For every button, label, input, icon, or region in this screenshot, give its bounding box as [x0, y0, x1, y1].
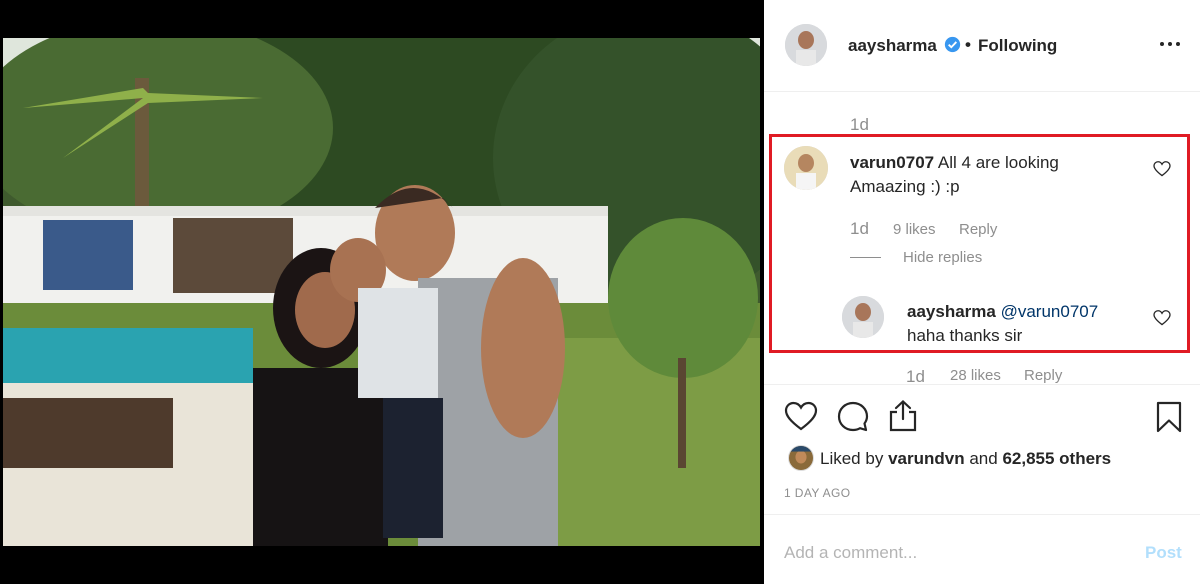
next-comment-reply: Reply: [1024, 367, 1063, 384]
verified-badge-icon: [944, 36, 961, 53]
following-button[interactable]: Following: [978, 36, 1057, 56]
header-separator: •: [965, 35, 971, 54]
reply-body: aaysharma @varun0707 haha thanks sir: [907, 300, 1137, 348]
liked-by-and: and: [969, 449, 998, 468]
post-header: aaysharma • Following: [764, 0, 1200, 92]
commenter-username[interactable]: varun0707: [850, 153, 934, 172]
liked-by-prefix: Liked by: [820, 449, 884, 468]
liked-by-user[interactable]: varundvn: [888, 449, 965, 468]
next-comment-likes: 28 likes: [950, 367, 1001, 384]
liked-by-text: Liked by varundvn and 62,855 others: [820, 449, 1111, 469]
add-comment-input[interactable]: [784, 541, 1114, 565]
comment-like-heart-icon[interactable]: [1153, 161, 1171, 177]
comment-body: varun0707 All 4 are looking Amaazing :) …: [850, 151, 1100, 199]
reply-mention[interactable]: @varun0707: [1001, 302, 1099, 321]
post-photo[interactable]: [3, 38, 760, 546]
share-icon[interactable]: [886, 399, 920, 433]
previous-comment-time: 1d: [850, 115, 869, 134]
author-avatar[interactable]: [785, 24, 827, 66]
reply-like-heart-icon[interactable]: [1153, 310, 1171, 326]
next-comment-time: 1d: [906, 367, 925, 384]
post-photo-illustration: [3, 38, 760, 546]
post-actions: Liked by varundvn and 62,855 others 1 DA…: [764, 384, 1200, 514]
bookmark-icon[interactable]: [1152, 400, 1186, 434]
comment-icon[interactable]: [836, 400, 870, 434]
add-comment-bar: Post: [764, 514, 1200, 584]
reply-username[interactable]: aaysharma: [907, 302, 996, 321]
reply-text: haha thanks sir: [907, 326, 1023, 345]
post-time-ago[interactable]: 1 DAY AGO: [784, 486, 851, 500]
liked-by-others[interactable]: 62,855 others: [1002, 449, 1111, 468]
more-options-icon[interactable]: [1158, 36, 1182, 52]
comment-time[interactable]: 1d: [850, 219, 869, 239]
commenter-avatar[interactable]: [784, 146, 828, 190]
reply-avatar[interactable]: [842, 296, 884, 338]
author-username[interactable]: aaysharma: [848, 36, 937, 56]
media-panel: [0, 0, 764, 584]
hide-replies-button[interactable]: Hide replies: [903, 249, 982, 266]
comment-reply-button[interactable]: Reply: [959, 221, 997, 238]
post-comment-button[interactable]: Post: [1145, 543, 1182, 563]
replies-divider: [850, 257, 881, 258]
liked-by-avatar[interactable]: [788, 445, 814, 471]
comment-likes[interactable]: 9 likes: [893, 221, 936, 238]
heart-icon[interactable]: [784, 400, 818, 434]
comments-list[interactable]: 1d varun0707 All 4 are looking Amaazing …: [764, 93, 1200, 384]
post-side-panel: aaysharma • Following 1d varun0707 All 4…: [764, 0, 1200, 584]
